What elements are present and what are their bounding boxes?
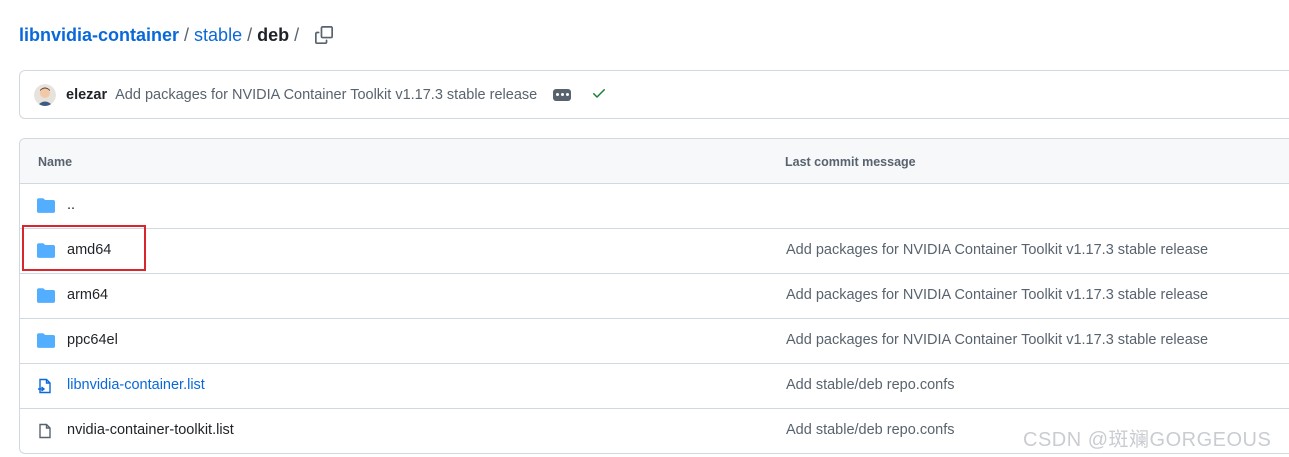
- row-commit-message[interactable]: Add stable/deb repo.confs: [786, 377, 954, 393]
- commit-author-link[interactable]: elezar: [66, 87, 107, 103]
- watermark: CSDN @斑斓GORGEOUS: [1023, 429, 1272, 451]
- highlight-box: [22, 225, 146, 271]
- file-link-ppc64el[interactable]: ppc64el: [67, 332, 118, 348]
- file-link-arm64[interactable]: arm64: [67, 287, 108, 303]
- table-row-libnvidia-list[interactable]: libnvidia-container.list Add stable/deb …: [20, 364, 1289, 409]
- file-table: Name Last commit message .. amd64 Add pa…: [19, 138, 1289, 454]
- check-icon[interactable]: [591, 85, 607, 105]
- breadcrumb-repo-link[interactable]: libnvidia-container: [19, 25, 179, 46]
- copy-icon: [315, 26, 334, 44]
- file-link-nvidia-container-toolkit-list[interactable]: nvidia-container-toolkit.list: [67, 422, 234, 438]
- breadcrumb-separator: /: [294, 24, 300, 45]
- table-row-arm64[interactable]: arm64 Add packages for NVIDIA Container …: [20, 274, 1289, 319]
- parent-directory-link[interactable]: ..: [67, 197, 75, 213]
- column-header-message: Last commit message: [785, 155, 916, 169]
- breadcrumb: libnvidia-container / stable / deb /: [19, 22, 334, 48]
- file-link-libnvidia-container-list[interactable]: libnvidia-container.list: [67, 377, 205, 393]
- row-commit-message[interactable]: Add packages for NVIDIA Container Toolki…: [786, 332, 1208, 348]
- breadcrumb-separator: /: [184, 24, 190, 45]
- expand-commit-button[interactable]: [553, 88, 572, 101]
- table-row-parent[interactable]: ..: [20, 184, 1289, 229]
- latest-commit-bar: elezar Add packages for NVIDIA Container…: [19, 70, 1289, 119]
- avatar[interactable]: [34, 83, 56, 106]
- row-commit-message[interactable]: Add stable/deb repo.confs: [786, 422, 954, 438]
- breadcrumb-current: deb: [257, 24, 290, 45]
- folder-icon: [37, 197, 55, 213]
- row-commit-message[interactable]: Add packages for NVIDIA Container Toolki…: [786, 287, 1208, 303]
- table-row-amd64[interactable]: amd64 Add packages for NVIDIA Container …: [20, 229, 1289, 274]
- table-row-ppc64el[interactable]: ppc64el Add packages for NVIDIA Containe…: [20, 319, 1289, 364]
- symlink-file-icon: [37, 377, 55, 394]
- column-header-name: Name: [38, 155, 73, 169]
- commit-message-link[interactable]: Add packages for NVIDIA Container Toolki…: [115, 87, 537, 103]
- file-icon: [37, 422, 55, 439]
- row-commit-message[interactable]: Add packages for NVIDIA Container Toolki…: [786, 242, 1208, 258]
- copy-path-button[interactable]: [314, 25, 334, 45]
- ellipsis-icon: [555, 93, 559, 96]
- breadcrumb-stable-link[interactable]: stable: [194, 25, 242, 46]
- breadcrumb-separator: /: [247, 24, 253, 45]
- folder-icon: [37, 332, 55, 348]
- table-header: Name Last commit message: [20, 139, 1289, 184]
- folder-icon: [37, 287, 55, 303]
